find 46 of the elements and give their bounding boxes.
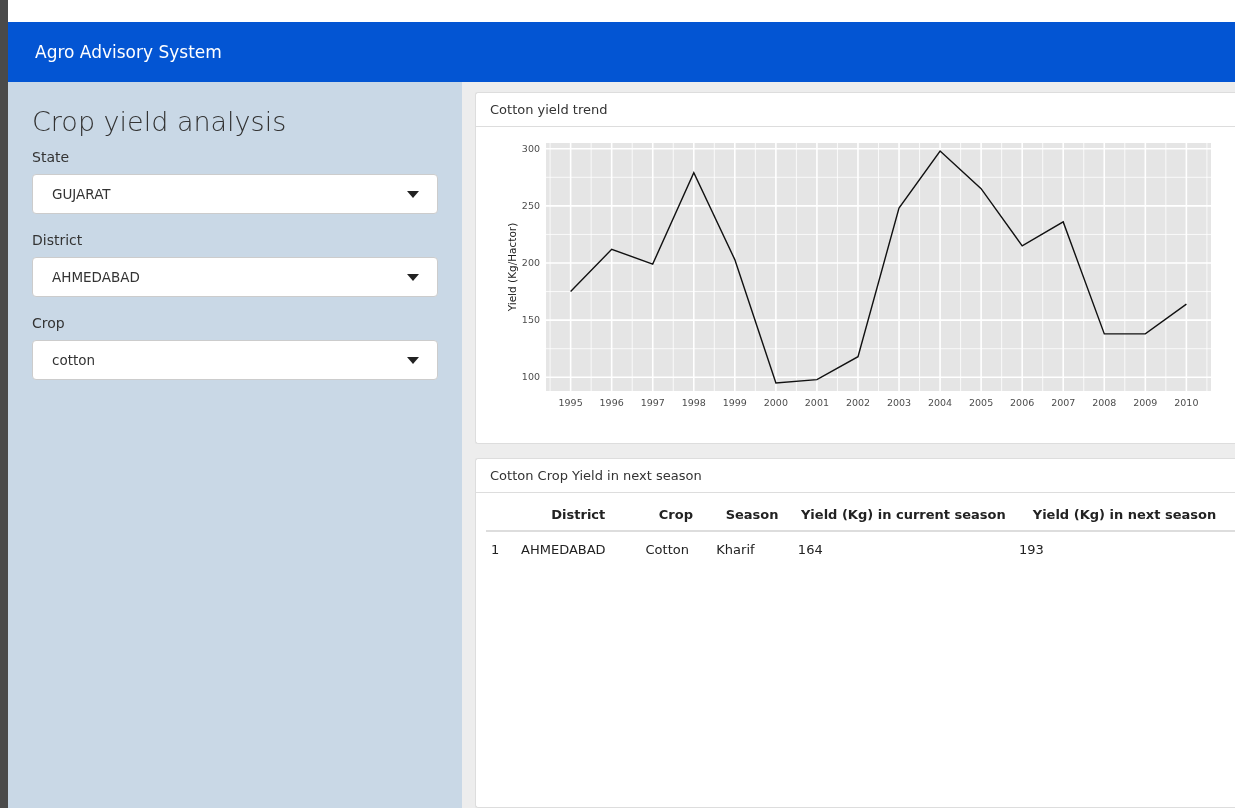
x-tick-label: 2010 xyxy=(1174,397,1199,408)
table-cell: Kharif xyxy=(711,531,793,567)
column-header: Yield (Kg) in current season xyxy=(792,501,1014,531)
x-tick-label: 2008 xyxy=(1092,397,1117,408)
caret-icon xyxy=(407,273,419,281)
sidebar-heading: Crop yield analysis xyxy=(32,106,288,137)
y-tick-label: 200 xyxy=(521,257,540,268)
x-tick-label: 2002 xyxy=(845,397,871,408)
x-tick-label: 1997 xyxy=(640,397,665,408)
field-label: District xyxy=(32,232,84,248)
x-tick-label: 2006 xyxy=(1010,397,1035,408)
panel-title: Cotton Crop Yield in next season xyxy=(476,459,1235,493)
y-axis-label: Yield (Kg/Hactor) xyxy=(506,222,518,312)
x-tick-label: 2004 xyxy=(928,397,953,408)
table-cell: 193 xyxy=(1013,531,1235,567)
dropdown-field[interactable]: cotton xyxy=(32,340,438,380)
x-tick-label: 2005 xyxy=(969,397,994,408)
x-tick-label: 1999 xyxy=(722,397,747,408)
panel-title: Cotton yield trend xyxy=(476,93,1235,127)
y-tick-label: 100 xyxy=(521,371,540,383)
caret-icon xyxy=(407,356,419,364)
table-cell: 164 xyxy=(792,531,1014,567)
field-label: State xyxy=(32,149,71,165)
x-tick-label: 1996 xyxy=(599,397,624,408)
app-title: Agro Advisory System xyxy=(35,42,222,62)
x-tick-label: 2000 xyxy=(763,397,788,408)
x-tick-label: 1995 xyxy=(558,397,583,408)
field-label: Crop xyxy=(32,315,66,331)
column-header: Crop xyxy=(640,501,712,531)
y-tick-label: 150 xyxy=(521,314,540,326)
row-number: 1 xyxy=(486,531,517,567)
y-tick-label: 300 xyxy=(521,142,540,154)
column-header: District xyxy=(516,501,641,531)
caret-icon xyxy=(407,190,419,198)
column-header: Season xyxy=(711,501,793,531)
x-tick-label: 2003 xyxy=(886,397,912,408)
y-tick-label: 250 xyxy=(521,199,540,211)
x-tick-label: 1998 xyxy=(681,397,706,408)
column-header: Yield (Kg) in next season xyxy=(1013,501,1235,531)
x-tick-label: 2001 xyxy=(804,397,829,408)
x-tick-label: 2007 xyxy=(1051,397,1076,408)
x-tick-label: 2009 xyxy=(1133,397,1158,408)
dropdown-field[interactable]: AHMEDABAD xyxy=(32,257,438,297)
table-cell: AHMEDABAD xyxy=(516,531,641,567)
dropdown-field[interactable]: GUJARAT xyxy=(32,174,438,214)
table-cell: Cotton xyxy=(640,531,712,567)
